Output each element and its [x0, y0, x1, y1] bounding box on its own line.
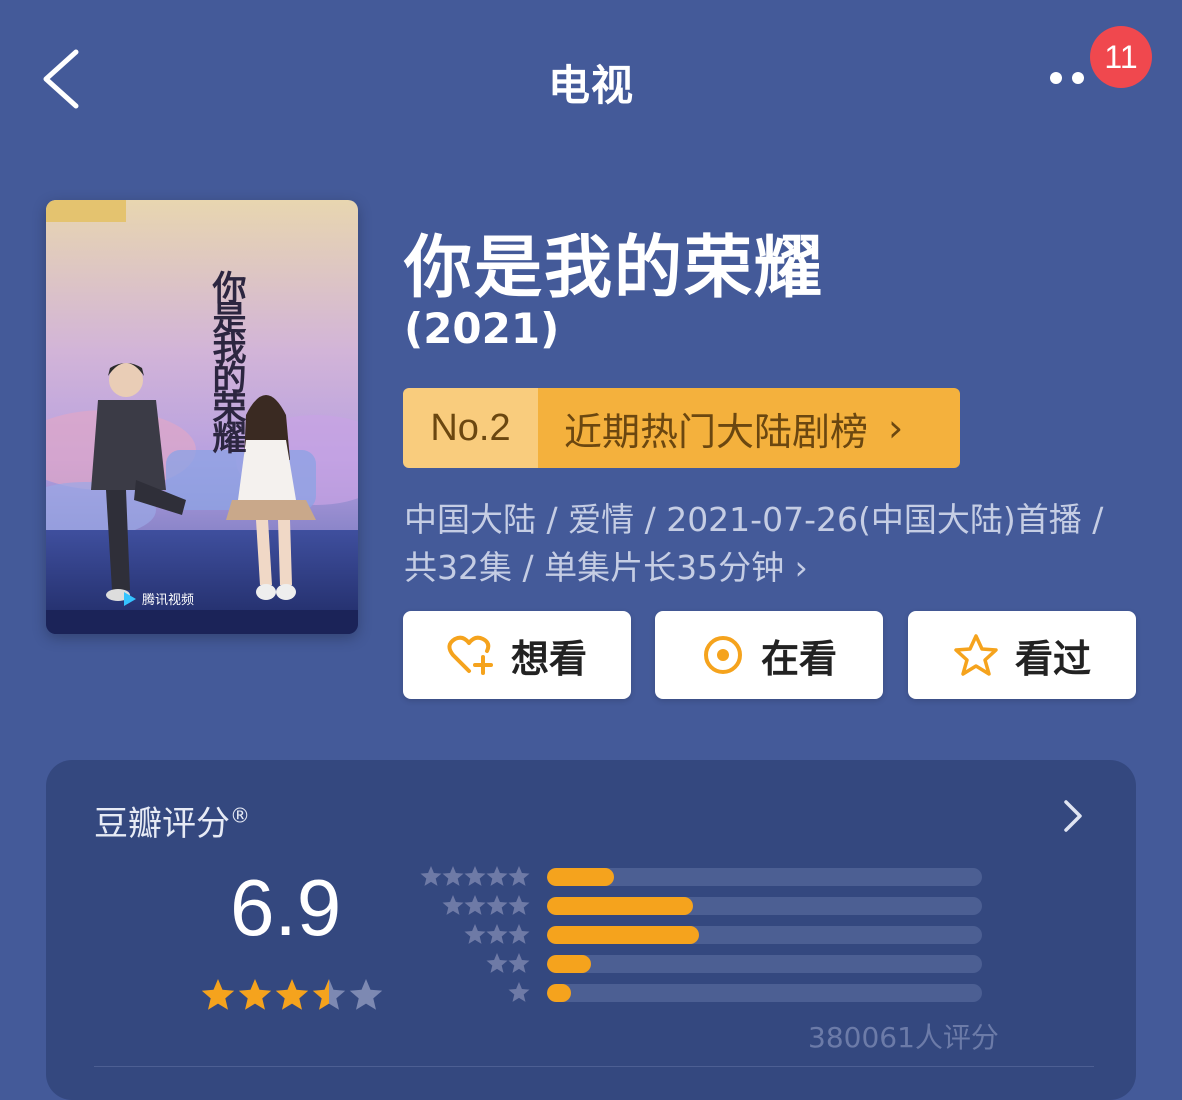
distribution-bar-3: [547, 926, 982, 944]
distribution-stars-2: [486, 953, 530, 973]
distribution-stars-3: [464, 924, 530, 944]
more-dot-icon: [1072, 72, 1084, 84]
distribution-bar-fill: [547, 984, 571, 1002]
score-star: [275, 979, 309, 1010]
star-outline-icon: [954, 634, 998, 676]
score-star: [312, 979, 346, 1010]
chevron-right-icon[interactable]: [1056, 796, 1088, 836]
ranking-label: 近期热门大陆剧榜: [564, 409, 869, 454]
distribution-stars-4: [442, 895, 530, 915]
notification-badge[interactable]: 11: [1090, 26, 1152, 88]
poster-title-art: 你是我的荣耀: [206, 270, 247, 454]
score-star: [349, 979, 383, 1010]
distribution-stars-1: [508, 982, 530, 1002]
distribution-bar-2: [547, 955, 982, 973]
score-star: [238, 979, 272, 1010]
movie-title: 你是我的荣耀: [404, 229, 825, 308]
score-star: [201, 979, 235, 1010]
ranking-label-area: 近期热门大陆剧榜 ›: [538, 388, 960, 468]
meta-line-2: 共32集 / 单集片长35分钟 ›: [404, 548, 808, 587]
poster-platform-logo: 腾讯视频: [142, 592, 194, 607]
more-dot-icon: [1050, 72, 1062, 84]
rating-count: 380061人评分: [808, 1021, 999, 1054]
movie-year: (2021): [404, 304, 560, 353]
watched-button[interactable]: 看过: [908, 611, 1136, 699]
distribution-bar-fill: [547, 868, 615, 886]
movie-meta-info[interactable]: 中国大陆 / 爱情 / 2021-07-26(中国大陆)首播 / 共32集 / …: [404, 496, 1124, 592]
want-to-watch-button[interactable]: 想看: [403, 611, 631, 699]
watched-label: 看过: [1014, 636, 1091, 681]
distribution-stars-5: [420, 866, 530, 886]
distribution-bar-fill: [547, 955, 591, 973]
distribution-bar-4: [547, 897, 982, 915]
target-icon: [703, 636, 742, 674]
watching-button[interactable]: 在看: [655, 611, 883, 699]
card-divider: [94, 1066, 1094, 1067]
chevron-right-icon: ›: [888, 406, 904, 450]
rating-header: 豆瓣评分®: [94, 796, 250, 845]
score-stars: [201, 979, 383, 1010]
distribution-bar-1: [547, 984, 982, 1002]
poster-image: 你是我的荣耀 腾讯视频: [46, 200, 358, 634]
rating-header-label: 豆瓣评分: [94, 804, 230, 844]
movie-poster[interactable]: 你是我的荣耀 腾讯视频: [46, 200, 358, 634]
ranking-number: No.2: [403, 388, 538, 468]
distribution-bar-fill: [547, 926, 700, 944]
watching-label: 在看: [760, 636, 837, 681]
distribution-bar-5: [547, 868, 982, 886]
registered-mark: ®: [230, 803, 250, 828]
ranking-banner[interactable]: No.2 近期热门大陆剧榜 ›: [403, 388, 960, 468]
meta-line-1: 中国大陆 / 爱情 / 2021-07-26(中国大陆)首播 /: [404, 500, 1104, 539]
want-to-watch-label: 想看: [510, 636, 587, 681]
rating-score: 6.9: [230, 863, 342, 952]
heart-plus-icon: [447, 635, 493, 675]
page-title: 电视: [547, 61, 634, 110]
distribution-bar-fill: [547, 897, 693, 915]
